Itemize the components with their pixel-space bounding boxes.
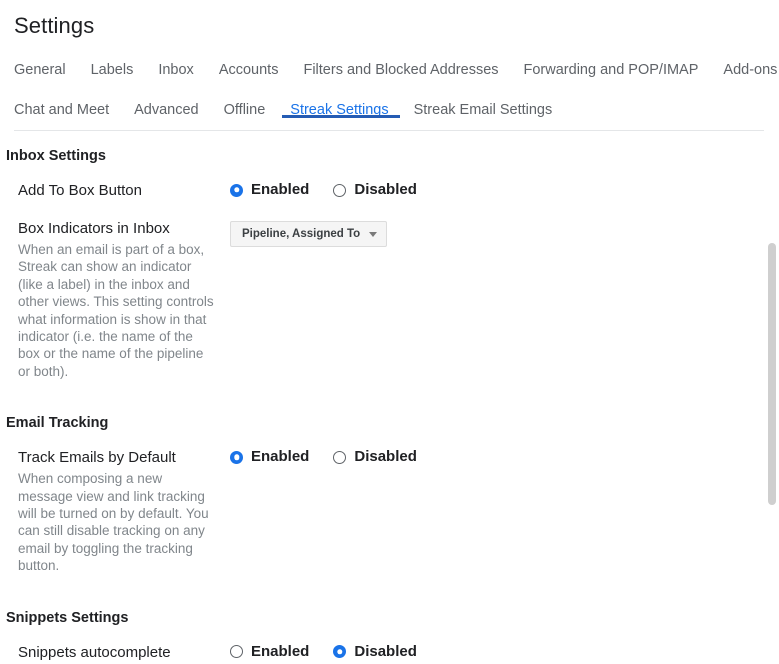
radio-dot-icon[interactable] [333,645,347,659]
radio-label-disabled: Disabled [354,181,417,198]
setting-left-track-emails: Track Emails by Default When composing a… [18,446,230,574]
setting-right-track-emails: Enabled Disabled [230,446,417,466]
tab-forwarding-and-pop-imap[interactable]: Forwarding and POP/IMAP [524,60,699,82]
tab-add-ons[interactable]: Add-ons [723,60,777,82]
section-heading-email-tracking: Email Tracking [6,415,109,432]
tab-general[interactable]: General [14,60,66,82]
radio-group-snippets-autocomplete: Enabled Disabled [230,643,417,661]
tab-streak-email-settings[interactable]: Streak Email Settings [414,100,553,122]
radio-label-disabled: Disabled [354,642,417,660]
box-indicators-dropdown-value: Pipeline, Assigned To [242,228,361,240]
radio-snippets-disabled[interactable]: Disabled [333,643,417,661]
setting-right-add-to-box-button: Enabled Disabled [230,179,417,199]
radio-snippets-enabled[interactable]: Enabled [230,643,309,661]
setting-row-add-to-box-button: Add To Box Button Enabled Disabled [4,179,779,202]
radio-group-track-emails: Enabled Disabled [230,448,417,466]
radio-add-to-box-enabled[interactable]: Enabled [230,181,309,199]
box-indicators-dropdown[interactable]: Pipeline, Assigned To [230,221,388,247]
vertical-scrollbar-track[interactable] [764,120,779,664]
tab-accounts[interactable]: Accounts [219,60,279,82]
setting-left-box-indicators: Box Indicators in Inbox When an email is… [18,217,230,380]
page-title: Settings [14,13,95,38]
setting-description-box-indicators: When an email is part of a box, Streak c… [18,242,214,379]
setting-row-snippets-autocomplete: Snippets autocomplete Enabled Disabled [4,641,779,664]
tab-chat-and-meet[interactable]: Chat and Meet [14,100,109,122]
radio-track-emails-disabled[interactable]: Disabled [333,448,417,466]
settings-tab-bar: General Labels Inbox Accounts Filters an… [0,54,779,131]
radio-label-enabled: Enabled [251,448,310,466]
radio-dot-icon[interactable] [230,183,243,197]
setting-label-add-to-box-button: Add To Box Button [18,182,142,199]
setting-row-track-emails-by-default: Track Emails by Default When composing a… [4,446,779,574]
setting-left-snippets-autocomplete: Snippets autocomplete [18,641,230,664]
tab-row-secondary: Chat and Meet Advanced Offline Streak Se… [14,94,779,122]
setting-label-box-indicators: Box Indicators in Inbox [18,220,170,237]
setting-row-box-indicators: Box Indicators in Inbox When an email is… [4,217,779,380]
vertical-scrollbar-thumb[interactable] [768,243,776,505]
setting-label-snippets-autocomplete: Snippets autocomplete [18,643,171,661]
tab-offline[interactable]: Offline [224,100,266,122]
setting-description-track-emails: When composing a new message view and li… [18,471,209,574]
tab-labels[interactable]: Labels [91,60,134,82]
radio-label-enabled: Enabled [251,642,310,660]
radio-dot-icon[interactable] [230,645,243,659]
setting-right-snippets-autocomplete: Enabled Disabled [230,641,417,661]
tab-row-primary: General Labels Inbox Accounts Filters an… [14,54,779,82]
section-heading-snippets-settings: Snippets Settings [6,609,129,626]
tab-inbox[interactable]: Inbox [158,60,193,82]
section-heading-inbox-settings: Inbox Settings [6,148,106,164]
radio-label-enabled: Enabled [251,181,310,198]
setting-right-box-indicators: Pipeline, Assigned To [230,217,388,247]
setting-label-track-emails: Track Emails by Default [18,449,176,467]
radio-label-disabled: Disabled [354,448,417,466]
radio-group-add-to-box-button: Enabled Disabled [230,181,417,199]
tab-advanced[interactable]: Advanced [134,100,199,122]
tab-filters-and-blocked-addresses[interactable]: Filters and Blocked Addresses [303,60,498,82]
active-tab-underline [282,115,400,118]
radio-dot-icon[interactable] [333,450,347,464]
setting-left-add-to-box-button: Add To Box Button [18,179,230,202]
tab-bar-divider [14,130,779,131]
tab-streak-settings[interactable]: Streak Settings [290,100,388,122]
radio-dot-icon[interactable] [333,183,347,197]
radio-add-to-box-disabled[interactable]: Disabled [333,181,417,199]
radio-dot-icon[interactable] [230,450,243,464]
settings-content: Inbox Settings Add To Box Button Enabled… [0,131,779,664]
chevron-down-icon [369,231,378,237]
radio-track-emails-enabled[interactable]: Enabled [230,448,309,466]
